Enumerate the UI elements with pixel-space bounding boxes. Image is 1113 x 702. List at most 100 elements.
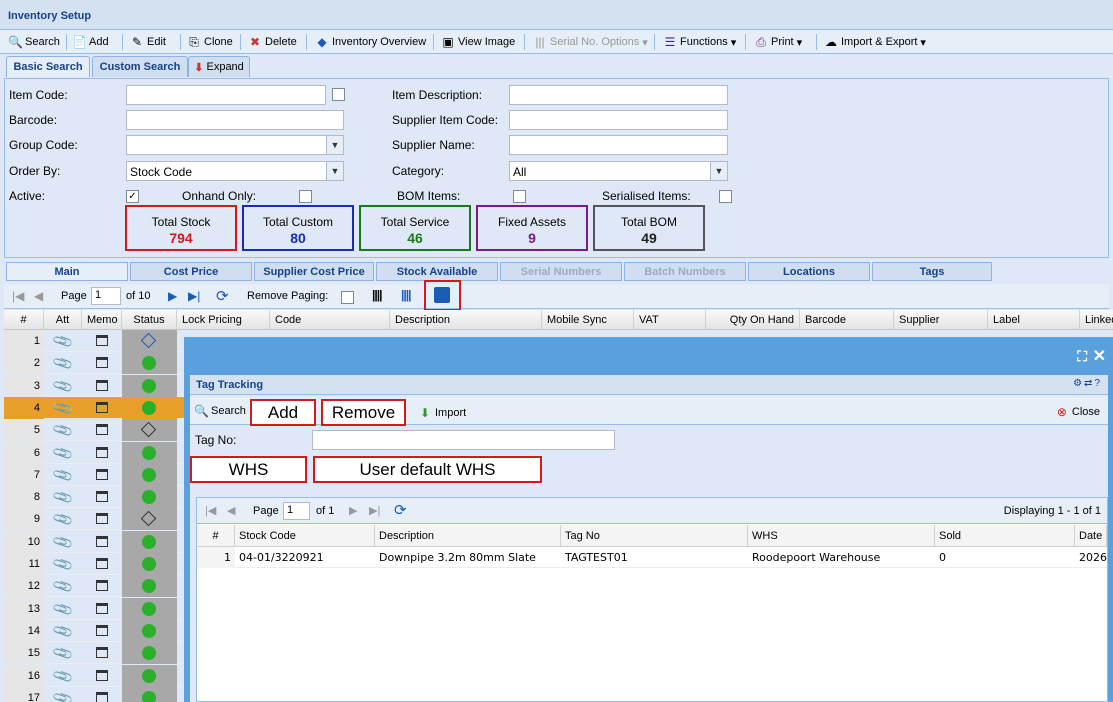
table-row[interactable]: 5 📎 [4,419,184,441]
remove-paging-checkbox[interactable] [341,291,354,304]
table-row[interactable]: 15 📎 [4,642,184,664]
tag-no-input[interactable] [312,430,615,450]
memo-icon[interactable] [96,624,108,636]
inventory-overview-button[interactable]: ◆ Inventory Overview [315,34,426,50]
tag-tracking-button[interactable] [424,280,461,311]
order-by-select[interactable]: Stock Code ▼ [126,161,344,181]
modal-search-button[interactable]: 🔍 Search [194,403,246,419]
import-export-menu[interactable]: ☁ Import & Export ▾ [824,34,926,50]
panel-tools-icon[interactable]: ⚙⇄? [1073,378,1102,389]
active-checkbox[interactable]: ✓ [126,190,139,203]
tab-supplier-cost-price[interactable]: Supplier Cost Price [254,262,374,281]
onhand-only-checkbox[interactable] [299,190,312,203]
category-select[interactable]: All ▼ [509,161,728,181]
memo-icon[interactable] [96,491,108,503]
first-page-icon[interactable]: |◀ [205,504,216,517]
item-code-checkbox[interactable] [332,88,345,101]
memo-icon[interactable] [96,401,108,413]
item-code-input[interactable] [126,85,326,105]
tab-cost-price[interactable]: Cost Price [130,262,252,281]
barcode-input[interactable] [126,110,344,130]
table-row[interactable]: 7 📎 [4,464,184,486]
table-row[interactable]: 8 📎 [4,486,184,508]
view-image-button[interactable]: ▣ View Image [441,34,515,50]
memo-icon[interactable] [96,357,108,369]
tab-basic-search[interactable]: Basic Search [6,56,90,77]
tab-tags[interactable]: Tags [872,262,992,281]
tab-locations[interactable]: Locations [748,262,870,281]
table-row[interactable]: 3 📎 [4,374,184,397]
table-row[interactable]: 12 📎 [4,575,184,598]
table-row[interactable]: 1 📎 [4,330,184,352]
next-page-icon[interactable]: ▶ [349,504,357,517]
refresh-icon[interactable]: ⟳ [216,287,229,305]
chevron-down-icon[interactable]: ▼ [710,162,727,180]
tab-serial-numbers[interactable]: Serial Numbers [500,262,622,281]
whs-select[interactable]: WHS [190,456,307,483]
refresh-icon[interactable]: ⟳ [394,501,407,519]
memo-icon[interactable] [96,513,108,525]
table-row[interactable]: 16 📎 [4,664,184,687]
barcode-blue-icon[interactable]: |||| [401,288,411,302]
memo-icon[interactable] [96,691,108,702]
table-row[interactable]: 2 📎 [4,352,184,375]
bom-items-checkbox[interactable] [513,190,526,203]
add-button[interactable]: 📄 Add [72,34,109,50]
table-row[interactable]: 9 📎 [4,508,184,531]
item-description-input[interactable] [509,85,728,105]
page-number-input[interactable]: 1 [91,287,121,305]
prev-page-icon[interactable]: ◀ [227,504,235,517]
remove-button[interactable]: Remove [321,399,406,426]
expand-button[interactable]: ⬇ Expand [188,56,250,77]
serialised-items-checkbox[interactable] [719,190,732,203]
memo-icon[interactable] [96,580,108,592]
memo-icon[interactable] [96,379,108,391]
maximize-icon[interactable]: ⛶ [1077,348,1087,365]
table-row[interactable]: 6 📎 [4,441,184,464]
next-page-icon[interactable]: ▶ [168,289,177,303]
serial-no-options-menu[interactable]: ||| Serial No. Options ▾ [533,34,647,50]
close-icon[interactable]: ✕ [1093,346,1106,366]
supplier-item-code-input[interactable] [509,110,728,130]
chevron-down-icon[interactable]: ▼ [326,162,343,180]
print-menu[interactable]: ⎙ Print ▾ [754,34,802,50]
memo-icon[interactable] [96,558,108,569]
table-row[interactable]: 11 📎 [4,553,184,575]
tab-batch-numbers[interactable]: Batch Numbers [624,262,746,281]
modal-close-button[interactable]: ⊗ Close [1055,404,1100,420]
memo-icon[interactable] [96,647,108,659]
memo-icon[interactable] [96,424,108,436]
memo-icon[interactable] [96,535,108,547]
table-row[interactable]: 13 📎 [4,597,184,620]
tab-main[interactable]: Main [6,262,128,281]
first-page-icon[interactable]: |◀ [12,289,24,303]
supplier-name-input[interactable] [509,135,728,155]
import-button[interactable]: ⬇ Import [418,405,466,421]
barcode-icon[interactable]: |||| [372,288,382,302]
table-row[interactable]: 4 📎 [4,397,184,419]
group-code-select[interactable]: ▼ [126,135,344,155]
user-default-whs-select[interactable]: User default WHS [313,456,542,483]
memo-icon[interactable] [96,468,108,480]
last-page-icon[interactable]: ▶| [369,504,380,517]
memo-icon[interactable] [96,335,108,346]
clone-button[interactable]: ⎘ Clone [187,34,233,50]
add-button[interactable]: Add [250,399,316,426]
memo-icon[interactable] [96,669,108,681]
search-button[interactable]: 🔍 Search [8,34,60,50]
attachment-icon[interactable]: 📎 [50,684,76,702]
table-row[interactable]: 14 📎 [4,620,184,642]
delete-button[interactable]: ✖ Delete [248,34,297,50]
table-row[interactable]: 10 📎 [4,530,184,553]
functions-menu[interactable]: ☰ Functions ▾ [663,34,737,50]
memo-icon[interactable] [96,446,108,458]
chevron-down-icon[interactable]: ▼ [326,136,343,154]
tab-custom-search[interactable]: Custom Search [92,56,188,77]
edit-button[interactable]: ✎ Edit [130,34,166,50]
last-page-icon[interactable]: ▶| [188,289,200,303]
table-row[interactable]: 1 04-01/3220921 Downpipe 3.2m 80mm Slate… [197,547,1107,568]
table-row[interactable]: 17 📎 [4,687,184,702]
modal-page-input[interactable]: 1 [283,502,310,520]
tab-stock-available[interactable]: Stock Available [376,262,498,281]
prev-page-icon[interactable]: ◀ [34,289,43,303]
